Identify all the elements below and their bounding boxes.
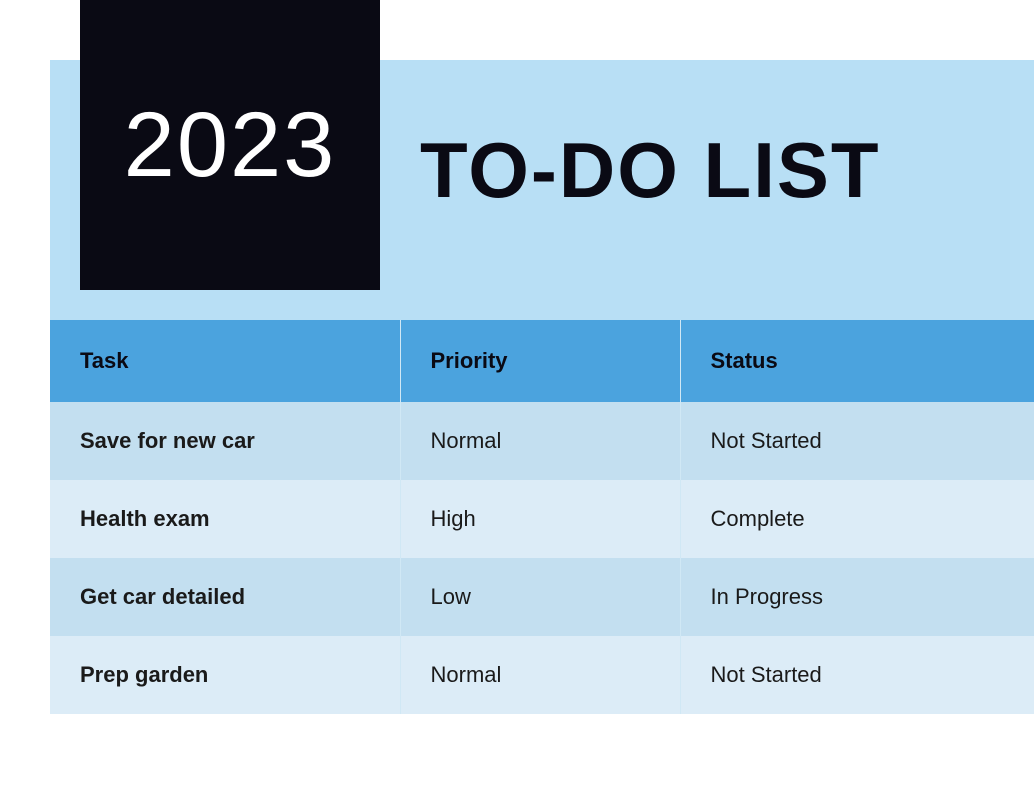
task-cell: Get car detailed	[50, 558, 400, 636]
priority-cell: High	[400, 480, 680, 558]
column-header-task: Task	[50, 320, 400, 402]
status-cell: Not Started	[680, 636, 1034, 714]
table-row: Health exam High Complete	[50, 480, 1034, 558]
page-title: TO-DO LIST	[420, 125, 881, 216]
task-cell: Health exam	[50, 480, 400, 558]
todo-table-wrapper: Task Priority Status Save for new car No…	[50, 320, 1034, 714]
task-cell: Prep garden	[50, 636, 400, 714]
year-box: 2023	[80, 0, 380, 290]
todo-table: Task Priority Status Save for new car No…	[50, 320, 1034, 714]
priority-cell: Low	[400, 558, 680, 636]
priority-cell: Normal	[400, 402, 680, 480]
todo-list-document: 2023 TO-DO LIST Task Priority Status Sav…	[0, 0, 1034, 800]
task-cell: Save for new car	[50, 402, 400, 480]
status-cell: In Progress	[680, 558, 1034, 636]
column-header-priority: Priority	[400, 320, 680, 402]
table-row: Prep garden Normal Not Started	[50, 636, 1034, 714]
priority-cell: Normal	[400, 636, 680, 714]
status-cell: Complete	[680, 480, 1034, 558]
table-header-row: Task Priority Status	[50, 320, 1034, 402]
column-header-status: Status	[680, 320, 1034, 402]
table-row: Save for new car Normal Not Started	[50, 402, 1034, 480]
table-row: Get car detailed Low In Progress	[50, 558, 1034, 636]
year-text: 2023	[124, 93, 337, 198]
status-cell: Not Started	[680, 402, 1034, 480]
